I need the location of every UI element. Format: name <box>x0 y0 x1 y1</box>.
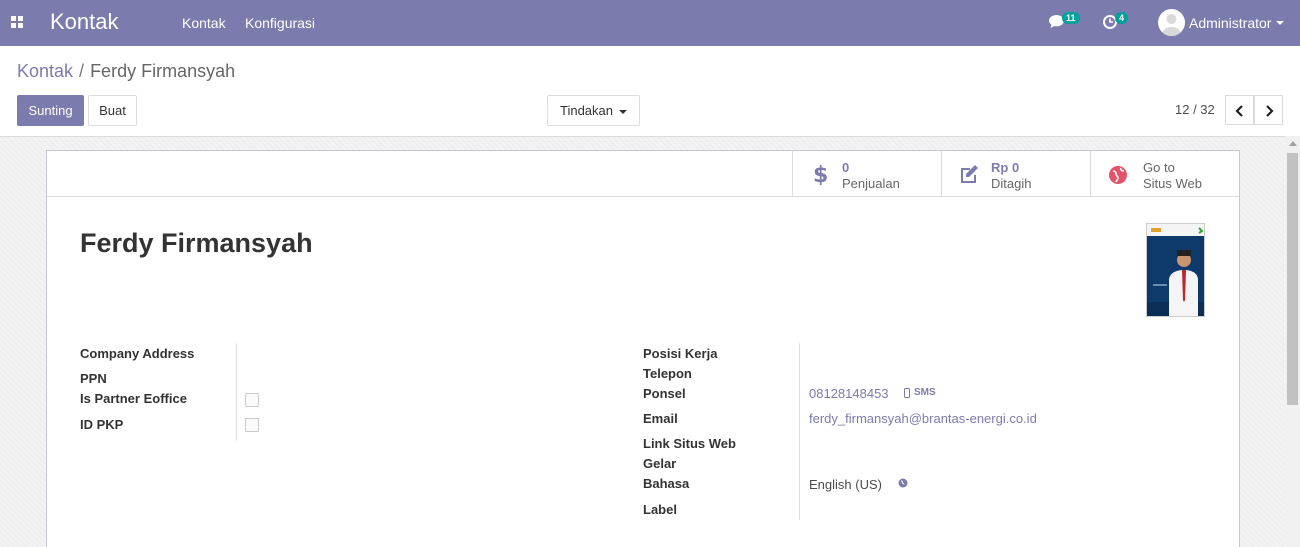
sales-value: 0 <box>842 160 850 175</box>
form-sheet: $ 0 Penjualan Rp 0 Ditagih Go to Situs W… <box>46 150 1240 547</box>
create-button[interactable]: Buat <box>88 95 137 126</box>
globe-icon <box>1109 166 1127 184</box>
invoiced-value: Rp 0 <box>991 160 1020 175</box>
breadcrumb-parent[interactable]: Kontak <box>17 61 73 81</box>
user-name[interactable]: Administrator <box>1189 15 1271 31</box>
profile-photo[interactable] <box>1146 223 1205 317</box>
website-line-2: Situs Web <box>1143 176 1203 191</box>
language-label: Bahasa <box>643 476 690 491</box>
is-partner-checkbox[interactable] <box>245 393 259 407</box>
menu-konfigurasi[interactable]: Konfigurasi <box>245 15 315 31</box>
scroll-up-icon[interactable] <box>1289 141 1297 146</box>
menu-kontak[interactable]: Kontak <box>182 15 226 31</box>
sales-label: Penjualan <box>842 176 900 191</box>
app-title: Kontak <box>50 9 119 34</box>
company-address-label: Company Address <box>80 346 195 361</box>
sales-stat-button[interactable]: $ 0 Penjualan <box>792 151 941 197</box>
pager-previous-button[interactable] <box>1225 95 1254 125</box>
sms-button[interactable]: SMS <box>914 387 936 398</box>
email-label: Email <box>643 411 678 426</box>
left-group-separator <box>236 343 237 441</box>
edit-square-icon <box>961 165 978 183</box>
scroll-thumb[interactable] <box>1287 153 1298 405</box>
invoiced-stat-button[interactable]: Rp 0 Ditagih <box>941 151 1090 197</box>
id-pkp-checkbox[interactable] <box>245 418 259 432</box>
record-name: Ferdy Firmansyah <box>80 228 313 258</box>
invoiced-label: Ditagih <box>991 176 1032 191</box>
mobile-label: Ponsel <box>643 386 686 401</box>
mobile-value[interactable]: 08128148453 <box>809 386 889 401</box>
tags-label: Label <box>643 502 677 517</box>
right-group-separator <box>799 343 800 520</box>
id-pkp-label: ID PKP <box>80 417 124 432</box>
mobile-phone-icon <box>904 388 910 398</box>
ppn-label: PPN <box>80 371 107 386</box>
chevron-right-icon <box>1266 105 1274 117</box>
pager-value[interactable]: 12 / 32 <box>1175 102 1215 117</box>
breadcrumb: Kontak / Ferdy Firmansyah <box>17 61 235 82</box>
website-stat-button[interactable]: Go to Situs Web <box>1090 151 1239 197</box>
dollar-icon: $ <box>813 163 828 185</box>
website-label: Go to Situs Web <box>1143 160 1202 192</box>
activities-badge: 4 <box>1115 12 1129 24</box>
user-menu-caret-icon[interactable] <box>1276 21 1284 25</box>
action-label: Tindakan <box>560 103 613 118</box>
phone-label: Telepon <box>643 366 692 381</box>
pager-next-button[interactable] <box>1254 95 1283 125</box>
chevron-down-icon <box>619 109 627 114</box>
smart-button-box: $ 0 Penjualan Rp 0 Ditagih Go to Situs W… <box>47 151 1239 197</box>
apps-menu-icon[interactable] <box>11 16 23 28</box>
action-dropdown[interactable]: Tindakan <box>547 95 640 126</box>
edit-button[interactable]: Sunting <box>17 95 84 126</box>
svg-text:$: $ <box>813 163 828 185</box>
language-value: English (US) <box>809 477 882 492</box>
is-partner-label: Is Partner Eoffice <box>80 391 187 406</box>
top-navbar: Kontak Kontak Konfigurasi 11 4 Administr… <box>0 0 1300 46</box>
email-value[interactable]: ferdy_firmansyah@brantas-energi.co.id <box>809 411 1037 426</box>
breadcrumb-current: Ferdy Firmansyah <box>90 61 236 81</box>
user-avatar[interactable] <box>1158 9 1185 36</box>
chevron-left-icon <box>1235 105 1243 117</box>
website-field-label: Link Situs Web <box>643 436 736 451</box>
language-globe-icon[interactable] <box>898 478 908 488</box>
job-position-label: Posisi Kerja <box>643 346 718 361</box>
vertical-scrollbar[interactable] <box>1285 136 1300 547</box>
breadcrumb-separator: / <box>79 61 85 81</box>
website-line-1: Go to <box>1143 160 1175 175</box>
title-field-label: Gelar <box>643 456 677 471</box>
messages-badge: 11 <box>1062 12 1080 24</box>
